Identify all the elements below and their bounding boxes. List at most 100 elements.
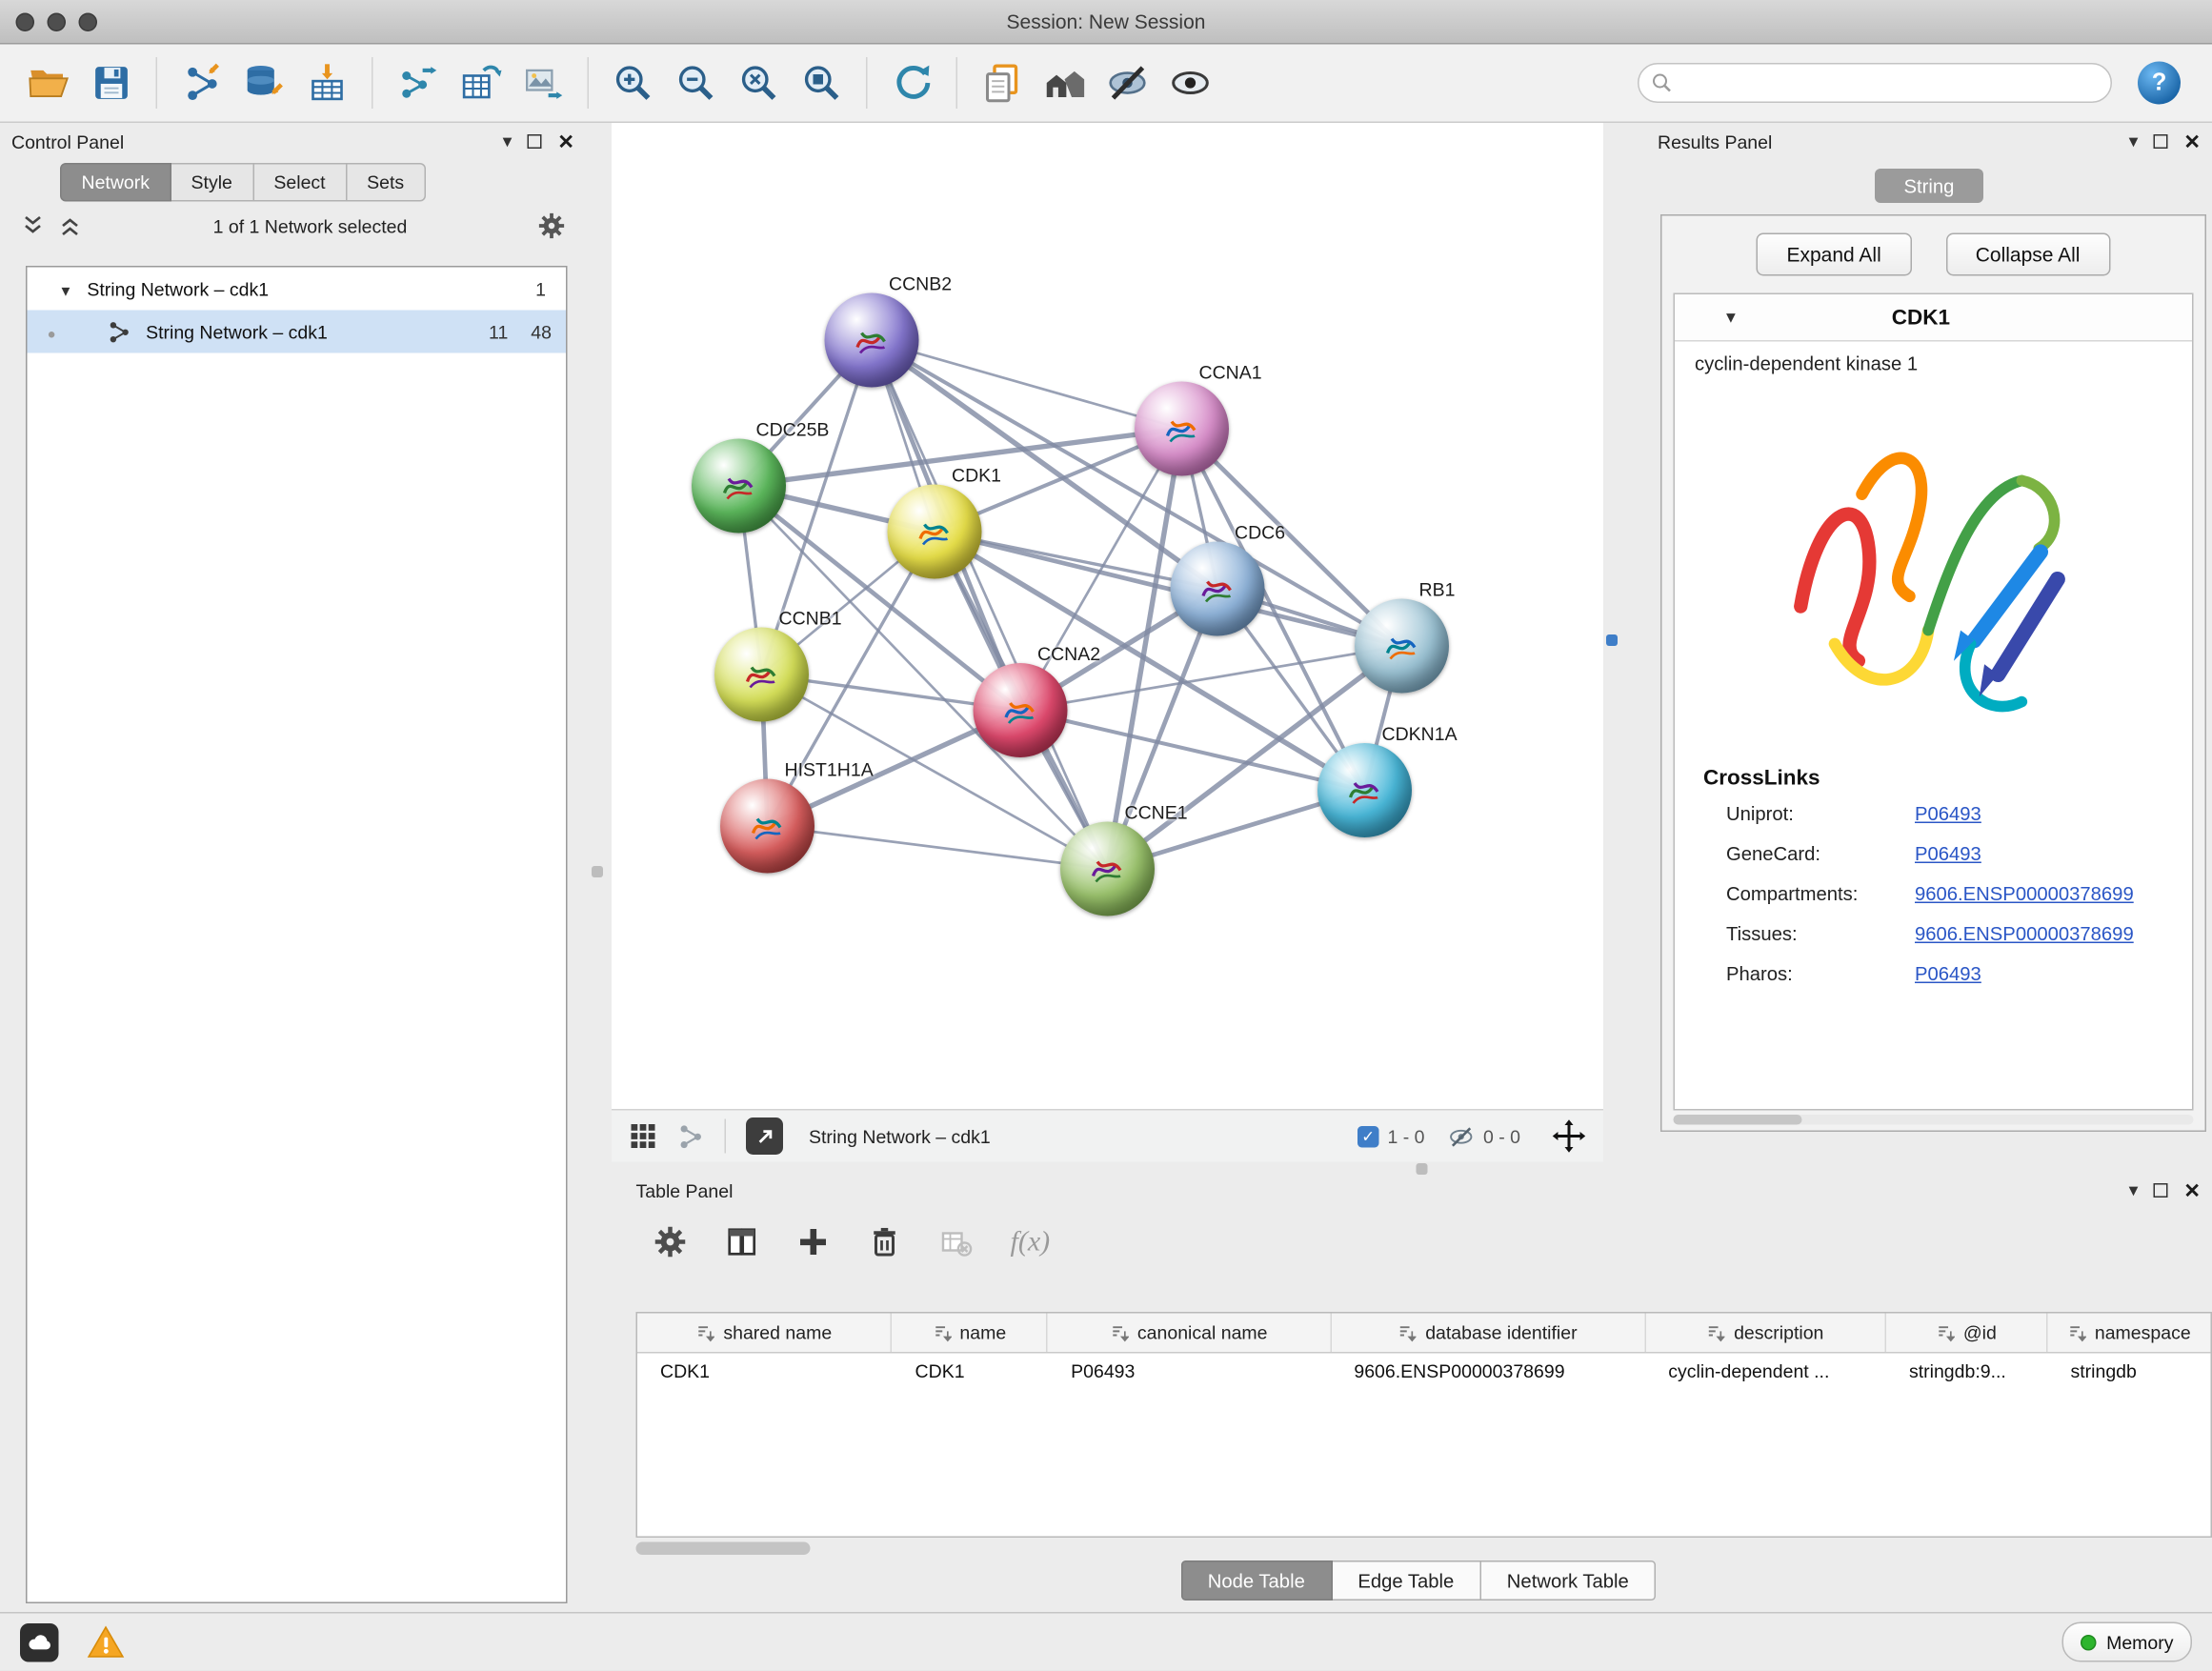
network-node-ccna2[interactable] (974, 663, 1068, 757)
column-header[interactable]: canonical name (1048, 1314, 1331, 1353)
crosslink-link[interactable]: P06493 (1915, 842, 1981, 864)
grid-view-icon[interactable] (629, 1122, 657, 1151)
tab-network[interactable]: Network (60, 163, 171, 202)
string-home-button[interactable] (1034, 53, 1096, 113)
network-node-ccnb1[interactable] (714, 628, 809, 722)
network-node-ccne1[interactable] (1060, 822, 1155, 916)
control-panel: Control Panel Network Style Select Sets … (0, 123, 586, 1612)
save-session-button[interactable] (80, 53, 143, 113)
results-horizontal-scrollbar[interactable] (1674, 1115, 2194, 1125)
tab-sets[interactable]: Sets (347, 163, 426, 202)
move-crosshair-icon[interactable] (1552, 1119, 1586, 1154)
crosslink-link[interactable]: 9606.ENSP00000378699 (1915, 882, 2134, 904)
float-panel-icon[interactable] (2154, 134, 2168, 149)
splitter-handle[interactable] (1417, 1163, 1428, 1175)
delete-column-trash-icon[interactable] (868, 1225, 902, 1259)
close-panel-icon[interactable] (2183, 1178, 2201, 1203)
export-table-button[interactable] (449, 53, 512, 113)
column-header[interactable]: name (893, 1314, 1049, 1353)
hide-panel-button[interactable] (1096, 53, 1159, 113)
arrow-up-right-icon (754, 1125, 775, 1147)
add-column-icon[interactable] (796, 1225, 831, 1259)
table-horizontal-scrollbar[interactable] (636, 1542, 811, 1556)
zoom-out-button[interactable] (665, 53, 728, 113)
search-icon (1651, 71, 1674, 94)
splitter-handle[interactable] (1606, 634, 1618, 646)
column-header[interactable]: namespace (2048, 1314, 2211, 1353)
help-button[interactable] (2138, 62, 2181, 105)
search-input[interactable] (1638, 63, 2112, 103)
crosslink-link[interactable]: 9606.ENSP00000378699 (1915, 922, 2134, 944)
function-builder-button[interactable]: f(x) (1011, 1225, 1051, 1258)
network-node-ccna1[interactable] (1135, 382, 1229, 476)
table-settings-gear-icon[interactable] (654, 1225, 688, 1259)
open-session-button[interactable] (17, 53, 80, 113)
tab-style[interactable]: Style (171, 163, 254, 202)
tree-expander-icon[interactable] (59, 278, 73, 300)
collapse-all-button[interactable]: Collapse All (1945, 233, 2110, 276)
zoom-selected-button[interactable] (791, 53, 854, 113)
column-header[interactable]: database identifier (1331, 1314, 1645, 1353)
table-row[interactable]: CDK1 CDK1 P06493 9606.ENSP00000378699 cy… (637, 1354, 2211, 1391)
network-canvas[interactable]: CCNB2CCNA1CDC25BCDK1CDC6RB1CCNB1CCNA2CDK… (612, 123, 1603, 1109)
expand-all-networks-icon[interactable] (20, 214, 46, 237)
open-in-new-window-button[interactable] (746, 1117, 783, 1155)
network-node-cdc25b[interactable] (692, 439, 786, 534)
tab-string[interactable]: String (1875, 169, 1983, 203)
memory-button[interactable]: Memory (2062, 1622, 2192, 1662)
network-node-cdkn1a[interactable] (1317, 743, 1412, 837)
float-panel-icon[interactable] (528, 134, 542, 149)
clone-network-button[interactable] (971, 53, 1034, 113)
share-view-icon[interactable] (677, 1122, 705, 1150)
network-edge[interactable] (935, 532, 1402, 646)
network-node-ccnb2[interactable] (825, 293, 919, 388)
gear-icon[interactable] (537, 211, 566, 240)
tab-node-table[interactable]: Node Table (1180, 1560, 1332, 1601)
network-edge[interactable] (768, 826, 1108, 869)
crosslink-link[interactable]: P06493 (1915, 962, 1981, 984)
toolbar-separator (372, 57, 373, 109)
column-header[interactable]: description (1645, 1314, 1886, 1353)
cloud-status-button[interactable] (20, 1622, 59, 1661)
float-panel-icon[interactable] (2154, 1183, 2168, 1198)
show-panel-button[interactable] (1159, 53, 1222, 113)
crosslink-link[interactable]: P06493 (1915, 802, 1981, 824)
network-node-cdk1[interactable] (888, 485, 982, 579)
tab-edge-table[interactable]: Edge Table (1332, 1560, 1480, 1601)
import-network-database-button[interactable] (233, 53, 296, 113)
crosslink-label: Compartments: (1726, 882, 1915, 904)
splitter-handle[interactable] (592, 866, 603, 877)
network-edge[interactable] (872, 340, 1108, 869)
collapse-panel-icon[interactable] (503, 131, 513, 153)
network-node-rb1[interactable] (1355, 599, 1449, 694)
column-header[interactable]: @id (1886, 1314, 2047, 1353)
network-edge[interactable] (872, 340, 1182, 429)
network-collection-row[interactable]: String Network – cdk1 1 (28, 268, 567, 311)
table-panel: Table Panel f(x) shared name name canoni… (625, 1172, 2212, 1612)
network-row-selected[interactable]: String Network – cdk1 11 48 (28, 311, 567, 353)
column-header[interactable]: shared name (637, 1314, 893, 1353)
tab-network-table[interactable]: Network Table (1481, 1560, 1656, 1601)
close-panel-icon[interactable] (557, 130, 574, 154)
expand-all-button[interactable]: Expand All (1757, 233, 1911, 276)
network-node-hist1h1a[interactable] (720, 779, 814, 874)
selected-checkbox-icon[interactable] (1357, 1125, 1379, 1147)
network-node-cdc6[interactable] (1171, 542, 1265, 636)
zoom-fit-button[interactable] (728, 53, 791, 113)
close-panel-icon[interactable] (2183, 130, 2201, 154)
collapse-gene-icon[interactable] (1726, 305, 1736, 331)
import-network-file-button[interactable] (171, 53, 233, 113)
apply-layout-button[interactable] (880, 53, 943, 113)
collapse-all-networks-icon[interactable] (57, 214, 83, 237)
warning-icon[interactable] (88, 1625, 125, 1660)
collapse-panel-icon[interactable] (2129, 1179, 2139, 1202)
string-results-box: Expand All Collapse All CDK1 cyclin-depe… (1660, 214, 2206, 1132)
show-columns-icon[interactable] (725, 1225, 759, 1259)
import-table-button[interactable] (296, 53, 359, 113)
export-image-button[interactable] (512, 53, 574, 113)
zoom-in-button[interactable] (602, 53, 665, 113)
tab-select[interactable]: Select (253, 163, 347, 202)
network-footer: String Network – cdk1 1 - 0 0 - 0 (612, 1109, 1603, 1162)
collapse-panel-icon[interactable] (2129, 131, 2139, 153)
export-network-button[interactable] (386, 53, 449, 113)
